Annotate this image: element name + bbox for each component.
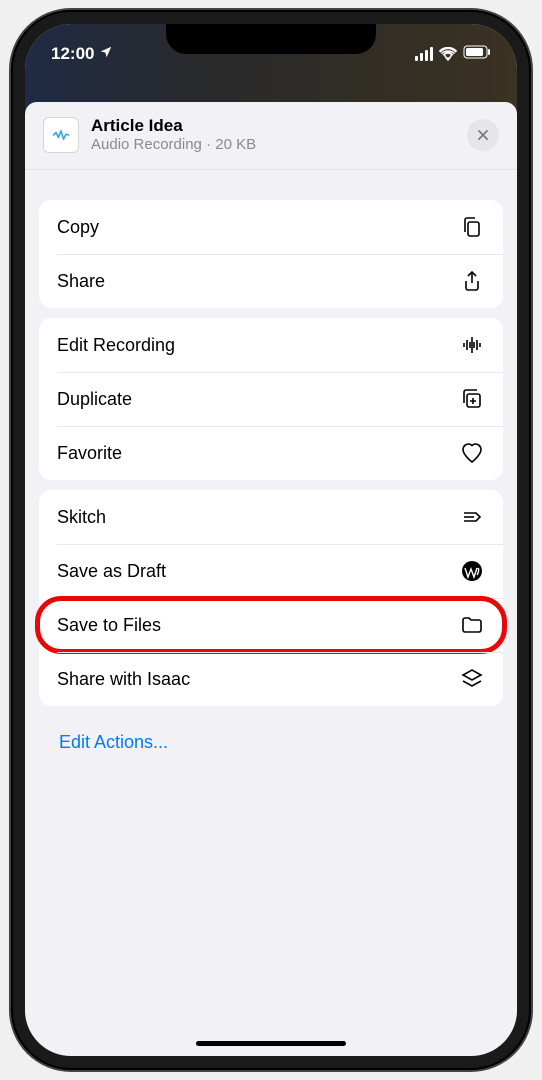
item-label: Edit Recording	[57, 335, 459, 356]
sheet-title: Article Idea	[91, 116, 467, 136]
device-frame: 12:00	[11, 10, 531, 1070]
home-indicator[interactable]	[196, 1041, 346, 1046]
edit-actions-link[interactable]: Edit Actions...	[39, 716, 503, 769]
status-right	[415, 45, 491, 64]
copy-icon	[459, 214, 485, 240]
duplicate-item[interactable]: Duplicate	[39, 372, 503, 426]
close-button[interactable]	[467, 119, 499, 151]
location-icon	[99, 44, 113, 64]
item-label: Share	[57, 271, 459, 292]
share-item[interactable]: Share	[39, 254, 503, 308]
share-icon	[459, 268, 485, 294]
notch	[166, 24, 376, 54]
heart-icon	[459, 440, 485, 466]
audio-file-icon	[43, 117, 79, 153]
save-as-draft-item[interactable]: Save as Draft	[39, 544, 503, 598]
item-label: Copy	[57, 217, 459, 238]
save-to-files-item[interactable]: Save to Files	[39, 598, 503, 652]
screen: 12:00	[25, 24, 517, 1056]
folder-icon	[459, 612, 485, 638]
item-label: Save as Draft	[57, 561, 459, 582]
layers-icon	[459, 666, 485, 692]
battery-icon	[463, 45, 491, 64]
signal-icon	[415, 47, 433, 61]
status-left: 12:00	[51, 44, 113, 64]
menu-group: Edit Recording Duplicate Favorite	[39, 318, 503, 480]
menu-group: Copy Share	[39, 200, 503, 308]
item-label: Duplicate	[57, 389, 459, 410]
share-with-isaac-item[interactable]: Share with Isaac	[39, 652, 503, 706]
item-label: Save to Files	[57, 615, 459, 636]
menu-container: Copy Share Edit Record	[25, 170, 517, 769]
share-sheet: Article Idea Audio Recording · 20 KB Cop…	[25, 102, 517, 1056]
menu-group: Skitch Save as Draft Save to Files	[39, 490, 503, 706]
item-label: Favorite	[57, 443, 459, 464]
status-time: 12:00	[51, 44, 94, 64]
copy-item[interactable]: Copy	[39, 200, 503, 254]
duplicate-icon	[459, 386, 485, 412]
sheet-header-text: Article Idea Audio Recording · 20 KB	[91, 116, 467, 153]
item-label: Skitch	[57, 507, 459, 528]
wordpress-icon	[459, 558, 485, 584]
edit-recording-item[interactable]: Edit Recording	[39, 318, 503, 372]
sheet-subtitle: Audio Recording · 20 KB	[91, 136, 467, 153]
wifi-icon	[439, 47, 457, 61]
item-label: Share with Isaac	[57, 669, 459, 690]
waveform-icon	[459, 332, 485, 358]
sheet-header: Article Idea Audio Recording · 20 KB	[25, 102, 517, 170]
close-icon	[476, 128, 490, 142]
skitch-icon	[459, 504, 485, 530]
favorite-item[interactable]: Favorite	[39, 426, 503, 480]
skitch-item[interactable]: Skitch	[39, 490, 503, 544]
